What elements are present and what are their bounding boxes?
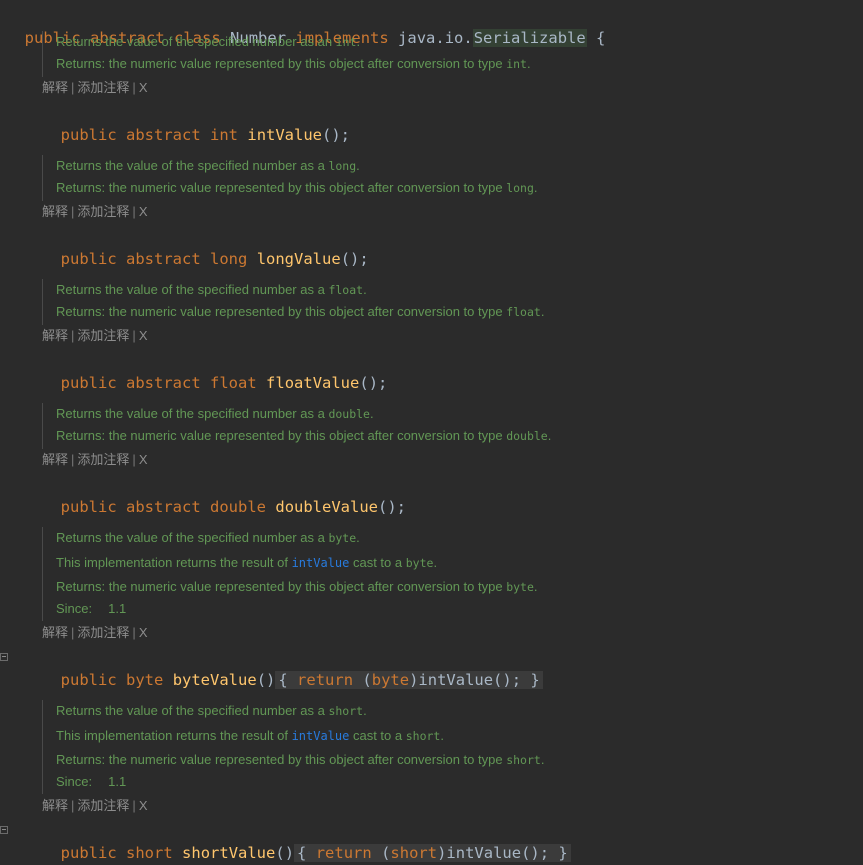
- class-declaration[interactable]: public abstract class Number implements …: [6, 2, 605, 47]
- doc-summary: Returns the value of the specified numbe…: [56, 282, 367, 297]
- close-annotation-button[interactable]: X: [139, 452, 148, 467]
- explain-link[interactable]: 解释: [42, 328, 68, 343]
- doc-returns: Returns: the numeric value represented b…: [56, 56, 531, 71]
- doc-summary: Returns the value of the specified numbe…: [56, 406, 374, 421]
- fold-toggle-icon[interactable]: [0, 826, 8, 834]
- class-open-brace: {: [596, 29, 606, 47]
- close-annotation-button[interactable]: X: [139, 328, 148, 343]
- add-note-link[interactable]: 添加注释: [77, 328, 129, 343]
- explain-link[interactable]: 解释: [42, 80, 68, 95]
- method-signature-longValue[interactable]: public abstract long longValue();: [42, 223, 369, 268]
- close-annotation-button[interactable]: X: [139, 625, 148, 640]
- javadoc-block: Returns the value of the specified numbe…: [42, 31, 531, 77]
- annotation-bar: 解释 | 添加注释 | X: [42, 204, 148, 219]
- explain-link[interactable]: 解释: [42, 204, 68, 219]
- close-annotation-button[interactable]: X: [139, 204, 148, 219]
- doc-implementation: This implementation returns the result o…: [56, 728, 444, 743]
- method-signature-byteValue[interactable]: public byte byteValue(){ return (byte)in…: [42, 644, 543, 689]
- method-signature-doubleValue[interactable]: public abstract double doubleValue();: [42, 471, 406, 516]
- annotation-bar: 解释 | 添加注释 | X: [42, 452, 148, 467]
- add-note-link[interactable]: 添加注释: [77, 204, 129, 219]
- interface-name[interactable]: Serializable: [472, 29, 587, 47]
- doc-since: Since: 1.1: [56, 601, 127, 616]
- javadoc-block: Returns the value of the specified numbe…: [42, 155, 538, 201]
- annotation-bar: 解释 | 添加注释 | X: [42, 625, 148, 640]
- add-note-link[interactable]: 添加注释: [77, 452, 129, 467]
- doc-returns: Returns: the numeric value represented b…: [56, 752, 545, 767]
- doc-link-intValue[interactable]: intValue: [292, 729, 350, 743]
- package-name: java.io.: [398, 29, 473, 47]
- annotation-bar: 解释 | 添加注释 | X: [42, 328, 148, 343]
- method-signature-intValue[interactable]: public abstract int intValue();: [42, 99, 350, 144]
- javadoc-block: Returns the value of the specified numbe…: [42, 527, 538, 621]
- method-name: intValue: [247, 126, 323, 144]
- annotation-bar: 解释 | 添加注释 | X: [42, 798, 148, 813]
- add-note-link[interactable]: 添加注释: [77, 80, 129, 95]
- method-name: byteValue: [172, 671, 257, 689]
- doc-returns: Returns: the numeric value represented b…: [56, 428, 552, 443]
- doc-summary: Returns the value of the specified numbe…: [56, 703, 367, 718]
- explain-link[interactable]: 解释: [42, 452, 68, 467]
- method-signature-shortValue[interactable]: public short shortValue(){ return (short…: [42, 817, 571, 862]
- javadoc-block: Returns the value of the specified numbe…: [42, 279, 544, 325]
- explain-link[interactable]: 解释: [42, 625, 68, 640]
- doc-returns: Returns: the numeric value represented b…: [56, 304, 545, 319]
- close-annotation-button[interactable]: X: [139, 80, 148, 95]
- annotation-bar: 解释 | 添加注释 | X: [42, 80, 148, 95]
- method-name: doubleValue: [275, 498, 379, 516]
- fold-toggle-icon[interactable]: [0, 653, 8, 661]
- explain-link[interactable]: 解释: [42, 798, 68, 813]
- folded-method-body[interactable]: { return (byte)intValue(); }: [275, 671, 543, 689]
- doc-implementation: This implementation returns the result o…: [56, 555, 438, 570]
- doc-link-intValue[interactable]: intValue: [292, 556, 350, 570]
- close-annotation-button[interactable]: X: [139, 798, 148, 813]
- add-note-link[interactable]: 添加注释: [77, 625, 129, 640]
- doc-since: Since: 1.1: [56, 774, 127, 789]
- doc-returns: Returns: the numeric value represented b…: [56, 180, 538, 195]
- javadoc-block: Returns the value of the specified numbe…: [42, 403, 551, 449]
- method-name: floatValue: [266, 374, 360, 392]
- add-note-link[interactable]: 添加注释: [77, 798, 129, 813]
- method-name: longValue: [256, 250, 341, 268]
- doc-summary: Returns the value of the specified numbe…: [56, 530, 360, 545]
- javadoc-block: Returns the value of the specified numbe…: [42, 700, 544, 794]
- method-signature-floatValue[interactable]: public abstract float floatValue();: [42, 347, 388, 392]
- doc-summary: Returns the value of the specified numbe…: [56, 158, 360, 173]
- doc-returns: Returns: the numeric value represented b…: [56, 579, 538, 594]
- doc-summary: Returns the value of the specified numbe…: [56, 34, 361, 49]
